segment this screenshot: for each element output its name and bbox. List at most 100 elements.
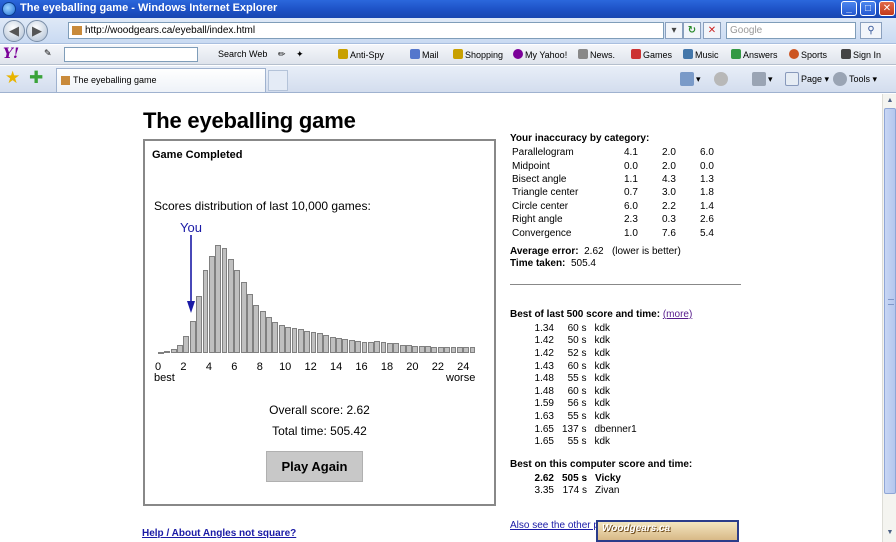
score-row: 1.42 52 s kdk <box>520 347 637 360</box>
toolbar-item-answers[interactable]: Answers <box>731 49 778 60</box>
histogram-bar <box>374 341 381 353</box>
score-value: 3.35 <box>534 485 554 497</box>
scroll-thumb[interactable] <box>884 108 896 494</box>
feeds-button[interactable] <box>714 72 730 86</box>
histogram-bar <box>170 348 177 353</box>
printer-icon <box>752 72 766 86</box>
x-tick-label: 22 <box>431 361 444 373</box>
address-dropdown-icon[interactable]: ▾ <box>665 22 683 39</box>
highlight-icon[interactable]: ✏ <box>278 49 286 60</box>
search-go-button[interactable]: ⚲ <box>860 22 882 39</box>
score-row: 1.65 55 s kdk <box>520 435 637 448</box>
tab-label: The eyeballing game <box>73 75 157 85</box>
rss-feed-icon <box>714 72 728 86</box>
yahoo-search-input[interactable] <box>64 47 198 62</box>
stop-button[interactable]: ✕ <box>703 22 721 39</box>
bookmark-icon[interactable]: ✦ <box>296 49 304 60</box>
x-tick-label: 20 <box>406 361 419 373</box>
yahoo-toolbar: Y! ✎ Search Web ✏ ✦ Anti-Spy Mail Shoppi… <box>0 45 896 65</box>
search-input[interactable]: Google <box>726 22 856 39</box>
category-title: Your inaccuracy by category: <box>510 133 650 144</box>
tools-menu[interactable]: Tools ▾ <box>833 72 877 86</box>
play-again-button[interactable]: Play Again <box>266 451 363 482</box>
toolbar-item-sports[interactable]: Sports <box>789 49 827 60</box>
average-error-value: 2.62 <box>584 246 604 257</box>
tab-eyeballing-game[interactable]: The eyeballing game <box>56 68 266 92</box>
category-value-a: 2.3 <box>624 214 638 226</box>
scroll-up-icon[interactable]: ▲ <box>884 94 896 108</box>
histogram-bar <box>393 343 400 353</box>
category-row: Triangle center 0.7 3.0 1.8 <box>512 186 738 199</box>
score-time: 55 s <box>567 410 587 422</box>
histogram-bar <box>386 343 393 353</box>
toolbar-item-news[interactable]: News. <box>578 49 615 60</box>
histogram-bar <box>399 344 406 353</box>
add-favorite-icon[interactable]: ✚ <box>29 69 43 87</box>
histogram-bar <box>412 345 419 353</box>
histogram-bar <box>253 305 260 353</box>
refresh-button[interactable]: ↻ <box>683 22 701 39</box>
histogram-bar <box>285 326 292 353</box>
site-favicon-icon <box>72 26 82 35</box>
score-row: 1.65 137 s dbenner1 <box>520 423 637 436</box>
category-value-a: 4.1 <box>624 147 638 159</box>
page-menu[interactable]: Page ▾ <box>785 72 829 86</box>
woodgears-logo: Woodgears.ca <box>602 523 671 534</box>
score-time: 60 s <box>567 385 587 397</box>
page-icon <box>785 72 799 86</box>
print-button[interactable]: ▾ <box>752 72 773 86</box>
pencil-icon[interactable]: ✎ <box>44 48 52 59</box>
address-bar[interactable]: http://woodgears.ca/eyeball/index.html <box>68 22 664 39</box>
forward-button[interactable]: ▶ <box>26 20 48 42</box>
category-value-a: 0.0 <box>624 160 638 172</box>
divider <box>510 284 741 285</box>
category-value-b: 2.0 <box>662 160 676 172</box>
toolbar-item-music[interactable]: Music <box>683 49 719 60</box>
toolbar-item-shopping[interactable]: Shopping <box>453 49 503 60</box>
category-name: Circle center <box>512 200 569 212</box>
histogram-bar <box>463 346 470 353</box>
category-row: Convergence 1.0 7.6 5.4 <box>512 226 738 239</box>
score-time: 60 s <box>567 322 587 334</box>
scroll-down-icon[interactable]: ▼ <box>884 526 896 540</box>
score-row: 1.63 55 s kdk <box>520 410 637 423</box>
close-window-button[interactable]: ✕ <box>879 1 895 16</box>
histogram-bar <box>444 346 451 353</box>
score-row: 1.59 56 s kdk <box>520 398 637 411</box>
help-about-link[interactable]: Help / About Angles not square? <box>142 528 296 539</box>
maximize-button[interactable]: □ <box>860 1 876 16</box>
toolbar-item-my-yahoo[interactable]: My Yahoo! <box>513 49 567 60</box>
histogram-bar <box>291 327 298 353</box>
category-value-c: 2.6 <box>700 214 714 226</box>
toolbar-item-anti-spy[interactable]: Anti-Spy <box>338 49 384 60</box>
x-tick-label: 16 <box>355 361 368 373</box>
window-titlebar: The eyeballing game - Windows Internet E… <box>0 0 896 18</box>
more-link[interactable]: (more) <box>663 309 692 320</box>
histogram-bar <box>278 325 285 353</box>
new-tab-button[interactable] <box>268 70 288 91</box>
toolbar-item-mail[interactable]: Mail <box>410 49 439 60</box>
yahoo-logo-icon[interactable]: Y! <box>3 46 19 62</box>
score-row: 2.62 505 s Vicky <box>520 472 621 485</box>
minimize-button[interactable]: _ <box>841 1 857 16</box>
back-button[interactable]: ◀ <box>3 20 25 42</box>
home-button[interactable]: ▾ <box>680 72 701 86</box>
category-value-c: 6.0 <box>700 147 714 159</box>
woodgears-banner[interactable]: Woodgears.ca <box>596 520 739 542</box>
average-error: Average error: 2.62 (lower is better) <box>510 246 681 257</box>
histogram-bar <box>348 340 355 353</box>
you-marker-arrow <box>187 235 196 313</box>
score-time: 137 s <box>562 423 587 435</box>
score-player: kdk <box>594 385 611 397</box>
search-web-button[interactable]: Search Web <box>218 49 267 59</box>
anti-spy-icon <box>338 49 348 59</box>
favorites-star-icon[interactable]: ★ <box>5 69 20 87</box>
x-tick-label: 8 <box>256 361 263 373</box>
histogram-bar <box>469 346 476 353</box>
best500-table: 1.34 60 s kdk 1.42 50 s kdk 1.42 52 s kdk 1.43 60 … <box>520 322 637 448</box>
vertical-scrollbar[interactable]: ▲ ▼ <box>882 94 896 542</box>
toolbar-item-games[interactable]: Games <box>631 49 672 60</box>
score-row: 1.48 60 s kdk <box>520 385 637 398</box>
toolbar-item-sign-in[interactable]: Sign In <box>841 49 881 60</box>
histogram-bar <box>183 336 190 353</box>
